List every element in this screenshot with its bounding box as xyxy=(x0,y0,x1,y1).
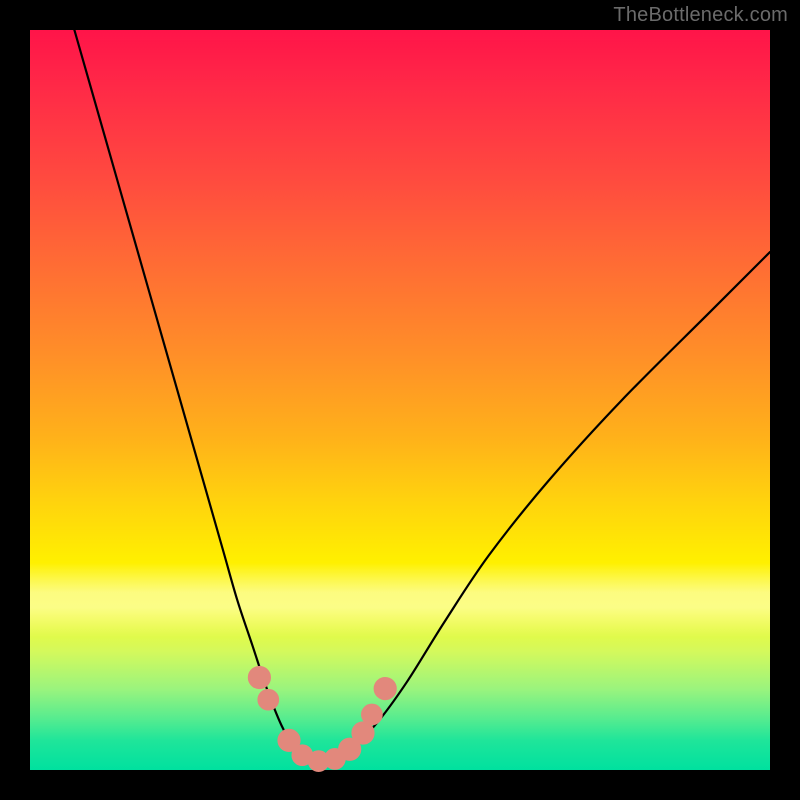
chart-svg xyxy=(30,30,770,770)
plot-area xyxy=(30,30,770,770)
bottleneck-curve xyxy=(74,30,770,762)
curve-markers xyxy=(248,666,396,771)
curve-marker xyxy=(362,704,383,725)
watermark-text: TheBottleneck.com xyxy=(613,4,788,27)
curve-marker xyxy=(374,678,396,700)
curve-marker xyxy=(248,666,270,688)
curve-marker xyxy=(258,689,279,710)
outer-frame: TheBottleneck.com xyxy=(0,0,800,800)
